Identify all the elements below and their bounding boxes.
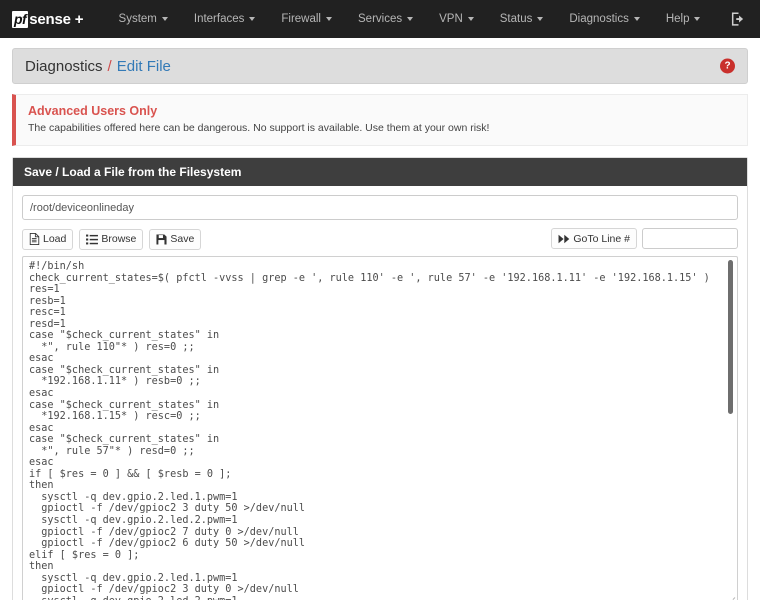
goto-line-input[interactable] [642,228,738,249]
help-icon[interactable]: ? [720,58,735,74]
fast-forward-icon [558,234,570,244]
chevron-down-icon [407,17,414,21]
load-button[interactable]: Load [22,228,74,250]
advanced-users-warning: Advanced Users Only The capabilities off… [12,94,748,146]
breadcrumb: Diagnostics / Edit File ? [12,48,748,84]
warning-body: The capabilities offered here can be dan… [28,122,490,134]
nav-item-label: Status [499,13,533,25]
nav-item-diagnostics[interactable]: Diagnostics [556,3,652,35]
breadcrumb-separator: / [107,57,112,75]
file-content-textarea[interactable] [23,257,737,600]
chevron-down-icon [249,17,256,21]
navbar-menu: System Interfaces Firewall Services VPN … [106,3,714,35]
list-icon [86,234,99,245]
nav-item-label: Interfaces [193,13,245,25]
panel-body: Load Browse [13,186,747,600]
pfsense-logo[interactable]: pf sense + [12,10,84,28]
browse-button[interactable]: Browse [79,228,144,250]
nav-item-services[interactable]: Services [345,3,426,35]
file-icon [29,233,40,245]
editor-scrollbar[interactable] [726,258,735,600]
nav-item-firewall[interactable]: Firewall [268,3,345,35]
goto-line-button-label: GoTo Line # [573,232,630,245]
logout-icon[interactable] [731,12,746,27]
textarea-resize-handle[interactable] [725,594,736,600]
nav-item-label: System [118,13,157,25]
nav-item-label: VPN [439,13,463,25]
goto-line-button[interactable]: GoTo Line # [551,228,637,249]
warning-title: Advanced Users Only [28,104,158,118]
nav-item-label: Help [665,13,690,25]
nav-item-help[interactable]: Help [653,3,714,35]
logo-name: sense [29,10,71,28]
breadcrumb-current[interactable]: Edit File [117,58,171,75]
editor-toolbar: Load Browse Save GoTo Line # [22,228,738,250]
nav-item-interfaces[interactable]: Interfaces [181,3,269,35]
nav-item-label: Firewall [281,13,321,25]
editor-scrollbar-thumb[interactable] [728,260,733,414]
panel-title: Save / Load a File from the Filesystem [13,158,747,186]
nav-item-label: Diagnostics [569,13,629,25]
chevron-down-icon [326,17,332,21]
logo-plus: + [74,10,84,28]
nav-item-status[interactable]: Status [487,3,557,35]
save-button-label: Save [170,233,195,245]
chevron-down-icon [161,17,168,21]
logo-mark: pf [12,10,29,28]
nav-item-label: Services [358,13,403,25]
chevron-down-icon [537,17,544,21]
file-editor-container [22,256,738,600]
nav-item-system[interactable]: System [106,3,181,35]
goto-line-group: GoTo Line # [551,228,738,249]
save-load-panel: Save / Load a File from the Filesystem L… [12,157,748,600]
nav-item-vpn[interactable]: VPN [426,3,487,35]
floppy-disk-icon [156,233,167,245]
chevron-down-icon [633,17,640,21]
browse-button-label: Browse [101,233,137,245]
chevron-down-icon [694,17,701,21]
file-path-input[interactable] [22,195,738,220]
page-container: Diagnostics / Edit File ? Advanced Users… [0,38,760,600]
load-button-label: Load [43,233,67,245]
top-navbar: pf sense + System Interfaces Firewall Se… [0,0,760,38]
save-button[interactable]: Save [149,228,202,250]
chevron-down-icon [467,17,474,21]
breadcrumb-root[interactable]: Diagnostics [25,58,103,75]
